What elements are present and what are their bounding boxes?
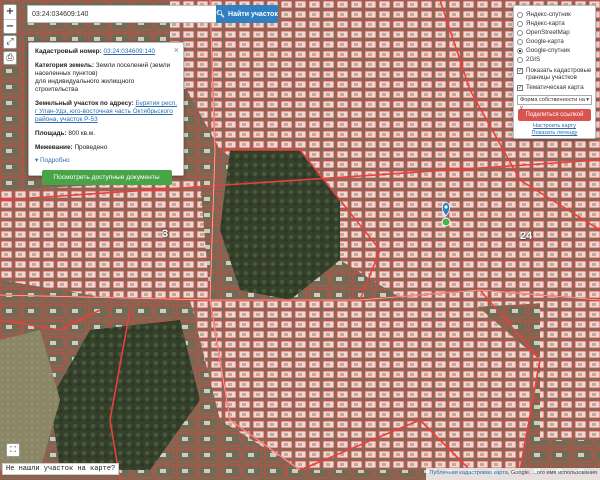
cadastral-label: Кадастровый номер: — [35, 48, 102, 55]
not-found-link[interactable]: Не нашли участок на карте? — [2, 463, 120, 475]
more-details-label: Подробно — [40, 157, 70, 164]
cadastral-row: Кадастровый номер: 03:24:034609:140 — [35, 48, 178, 56]
radio-icon — [517, 38, 523, 45]
find-plot-button[interactable]: 🔍︎ Найти участок — [216, 5, 278, 23]
overlay-cadastral-borders[interactable]: ✓ Показать кадастровые границы участков — [517, 67, 592, 81]
chevron-down-icon: ▾ — [35, 157, 39, 164]
zoom-in-button[interactable]: + — [4, 5, 16, 19]
overlay-label: Тематическая карта — [526, 84, 584, 91]
layer-option-google-satellite[interactable]: Google-спутник — [517, 46, 592, 55]
more-details-link[interactable]: ▾ Подробно — [35, 156, 178, 164]
share-link-button[interactable]: Поделиться ссылкой — [518, 109, 591, 121]
map-label-3: 3 — [162, 228, 169, 240]
layer-option-osm[interactable]: OpenStreetMap — [517, 28, 592, 37]
layer-label: OpenStreetMap — [526, 29, 570, 36]
overlay-thematic-map[interactable]: ✓ Тематическая карта — [517, 84, 592, 91]
checkbox-checked-icon: ✓ — [517, 85, 523, 91]
layer-option-yandex-satellite[interactable]: Яндекс-спутник — [517, 10, 592, 19]
chevron-down-icon: ▾ — [586, 97, 589, 103]
layer-label: Google-карта — [526, 38, 564, 45]
category-label: Категория земель: — [35, 62, 94, 69]
area-row: Площадь: 800 кв.м. — [35, 130, 178, 138]
zoom-out-button[interactable]: − — [4, 19, 16, 33]
address-row: Земельный участок по адресу: Бурятия рес… — [35, 100, 178, 124]
measure-icon[interactable]: ⤢ — [3, 35, 17, 49]
print-icon[interactable]: ⎙ — [3, 51, 17, 65]
layer-label: Google-спутник — [526, 47, 570, 54]
survey-row: Межевание: Проведено — [35, 144, 178, 152]
layer-label: 2GIS — [526, 56, 541, 63]
fullscreen-icon[interactable]: ⛶ — [6, 443, 20, 457]
zoom-control: + − — [3, 4, 17, 34]
attribution-text: Google, ...ого имя использования — [510, 470, 597, 476]
layer-option-2gis[interactable]: 2GIS — [517, 55, 592, 64]
layer-label: Яндекс-карта — [526, 20, 565, 27]
show-legend-link[interactable]: Показать легенду — [517, 130, 592, 137]
layer-label: Яндекс-спутник — [526, 11, 571, 18]
area-label: Площадь: — [35, 130, 67, 137]
overlay-label: Показать кадастровые границы участков — [526, 67, 592, 81]
radio-icon — [517, 20, 523, 27]
use-value: для индивидуального жилищного строительс… — [35, 78, 135, 93]
layer-option-google-map[interactable]: Google-карта — [517, 37, 592, 46]
ownership-select[interactable]: Форма собственности на у ▾ — [517, 95, 592, 111]
radio-icon — [517, 11, 523, 18]
survey-label: Межевание: — [35, 144, 73, 151]
close-icon[interactable]: × — [174, 45, 179, 55]
survey-value: Проведено — [74, 144, 108, 151]
search-icon: 🔍︎ — [216, 11, 226, 18]
search-bar: 🔍︎ Найти участок — [27, 5, 278, 23]
layer-option-yandex-map[interactable]: Яндекс-карта — [517, 19, 592, 28]
attribution-link[interactable]: Публичная кадастровая карта — [429, 470, 507, 476]
ownership-select-value: Форма собственности на у — [520, 97, 586, 111]
checkbox-checked-icon: ✓ — [517, 68, 523, 74]
category-row: Категория земель: Земли поселений (земли… — [35, 62, 178, 94]
area-value: 800 кв.м. — [68, 130, 95, 137]
map-label-24: 24 — [520, 230, 533, 242]
address-label: Земельный участок по адресу: — [35, 100, 134, 107]
radio-icon — [517, 29, 523, 36]
plot-info-panel: × Кадастровый номер: 03:24:034609:140 Ка… — [28, 42, 184, 185]
layers-panel: Яндекс-спутник Яндекс-карта OpenStreetMa… — [513, 5, 596, 139]
radio-icon — [517, 56, 523, 63]
find-plot-label: Найти участок — [228, 10, 278, 18]
radio-selected-icon — [517, 47, 523, 54]
search-input[interactable] — [27, 5, 216, 23]
view-documents-button[interactable]: Посмотреть доступные документы — [41, 170, 172, 185]
attribution: Публичная кадастровая карта, Google, ...… — [426, 468, 600, 480]
configure-map-link[interactable]: Настроить карту — [517, 123, 592, 130]
cadastral-link[interactable]: 03:24:034609:140 — [104, 48, 156, 55]
